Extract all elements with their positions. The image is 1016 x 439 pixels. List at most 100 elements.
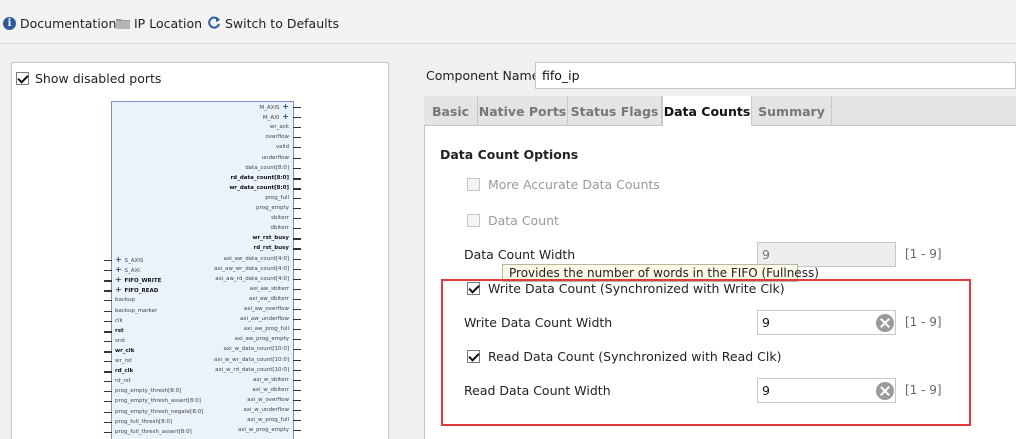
tab-data-counts[interactable]: Data Counts xyxy=(662,96,752,127)
ip-symbol-panel: Show disabled ports M_AXIS + M_AXI + wr_ac… xyxy=(11,62,389,439)
port-label: M_AXIS + xyxy=(259,102,289,112)
port-pin xyxy=(293,157,301,159)
read-data-count-width-range: [1 - 9] xyxy=(905,383,942,397)
port-label: M_AXI + xyxy=(262,112,289,122)
tab-native-ports[interactable]: Native Ports xyxy=(478,96,568,126)
port-pin xyxy=(293,319,301,321)
ip-location-button[interactable]: IP Location xyxy=(116,14,202,32)
more-accurate-data-counts-checkbox[interactable] xyxy=(467,178,480,191)
read-data-count-option[interactable]: Read Data Count (Synchronized with Read … xyxy=(467,349,781,364)
port-pin xyxy=(293,329,301,331)
port-pin xyxy=(104,391,112,393)
data-count-width-range: [1 - 9] xyxy=(905,247,942,261)
tab-bar: Basic Native Ports Status Flags Data Cou… xyxy=(424,96,1016,127)
documentation-button[interactable]: i Documentation xyxy=(3,14,116,32)
port-label: valid xyxy=(275,144,289,151)
switch-to-defaults-button[interactable]: Switch to Defaults xyxy=(207,14,339,32)
data-count-width-label: Data Count Width xyxy=(464,247,576,262)
port-pin xyxy=(293,359,301,361)
port-label: srst xyxy=(115,337,126,344)
component-name-input[interactable] xyxy=(535,62,1016,89)
port-label: wr_ack xyxy=(269,124,289,131)
port-label: axi_aw_overflow xyxy=(243,306,289,312)
port-pin xyxy=(293,107,301,108)
port-label: dbiterr xyxy=(270,225,289,232)
read-data-count-checkbox[interactable] xyxy=(467,350,480,363)
data-count-checkbox[interactable] xyxy=(467,214,480,227)
write-data-count-width-label: Write Data Count Width xyxy=(464,315,613,330)
port-pin xyxy=(293,268,301,270)
port-pin xyxy=(104,330,112,333)
port-pin xyxy=(104,350,112,353)
port-pin xyxy=(293,228,301,230)
port-pin xyxy=(293,127,301,129)
port-label: wr_rst xyxy=(115,358,132,364)
port-pin xyxy=(293,420,301,422)
port-label: + S_AXIS xyxy=(115,255,144,265)
clear-icon[interactable] xyxy=(876,382,894,400)
port-pin xyxy=(293,379,301,381)
port-pin xyxy=(293,369,301,371)
port-label: axi_w_wr_data_count[10:0] xyxy=(214,356,289,363)
port-pin xyxy=(293,349,301,351)
port-label: axi_aw_sbiterr xyxy=(249,285,289,292)
toolbar: i Documentation IP Location Switch to De… xyxy=(0,0,1016,44)
port-pin xyxy=(104,310,112,312)
documentation-label: Documentation xyxy=(20,15,117,31)
port-pin xyxy=(104,290,112,293)
port-pin xyxy=(104,320,112,322)
port-label: axi_aw_prog_empty xyxy=(234,336,289,343)
ip-symbol-block: M_AXIS + M_AXI + wr_ack overflow valid underf… xyxy=(104,101,301,439)
write-data-count-option[interactable]: Write Data Count (Synchronized with Writ… xyxy=(467,281,785,296)
data-count-option[interactable]: Data Count xyxy=(467,213,559,228)
port-label: axi_aw_prog_full xyxy=(243,326,289,333)
port-label: clk xyxy=(115,317,123,324)
port-label: axi_aw_data_count[4:0] xyxy=(223,255,289,262)
port-pin xyxy=(293,117,301,119)
port-pin xyxy=(104,260,112,261)
port-label: axi_w_data_count[10:0] xyxy=(223,346,289,353)
tab-status-flags[interactable]: Status Flags xyxy=(568,96,662,126)
more-accurate-data-counts-label: More Accurate Data Counts xyxy=(488,177,660,192)
port-pin xyxy=(293,218,301,220)
show-disabled-ports-checkbox[interactable] xyxy=(16,72,29,85)
port-pin xyxy=(293,258,301,260)
tab-basic[interactable]: Basic xyxy=(424,96,478,126)
port-label: axi_w_overflow xyxy=(247,396,289,403)
show-disabled-ports-label: Show disabled ports xyxy=(35,71,162,86)
port-label: backup_marker xyxy=(115,307,158,314)
more-accurate-data-counts-option[interactable]: More Accurate Data Counts xyxy=(467,177,660,192)
port-label: axi_w_rd_data_count[10:0] xyxy=(215,366,289,373)
port-pin xyxy=(104,431,112,433)
info-icon: i xyxy=(3,16,16,30)
port-label: axi_aw_rd_data_count[4:0] xyxy=(215,275,289,282)
port-pin xyxy=(104,270,112,272)
port-pin xyxy=(293,248,301,251)
clear-icon[interactable] xyxy=(876,314,894,332)
port-pin xyxy=(293,288,301,290)
port-label: axi_w_dbiterr xyxy=(252,386,289,393)
port-label: prog_empty_thresh[8:0] xyxy=(115,388,182,395)
port-pin xyxy=(104,411,112,413)
port-pin xyxy=(293,278,301,280)
read-data-count-label: Read Data Count (Synchronized with Read … xyxy=(488,349,782,364)
port-pin xyxy=(293,410,301,411)
port-pin xyxy=(104,340,112,342)
port-label: underflow xyxy=(261,154,289,161)
tab-summary[interactable]: Summary xyxy=(752,96,832,126)
port-pin xyxy=(293,177,301,180)
show-disabled-ports-option[interactable]: Show disabled ports xyxy=(16,71,161,86)
port-label: prog_full_thresh_assert[8:0] xyxy=(115,428,192,435)
write-data-count-checkbox[interactable] xyxy=(467,282,480,295)
port-label: axi_w_sbiterr xyxy=(252,376,289,383)
port-label: wr_clk xyxy=(115,347,135,354)
port-pin xyxy=(104,371,112,374)
port-label: backup xyxy=(115,297,135,304)
port-pin xyxy=(293,208,301,209)
port-label: axi_aw_underflow xyxy=(240,316,289,323)
section-title: Data Count Options xyxy=(440,147,579,162)
port-label: prog_full xyxy=(265,194,289,201)
port-label: prog_full_thresh[8:0] xyxy=(115,418,173,425)
port-pin xyxy=(104,381,112,383)
component-name-label: Component Name xyxy=(426,68,540,83)
